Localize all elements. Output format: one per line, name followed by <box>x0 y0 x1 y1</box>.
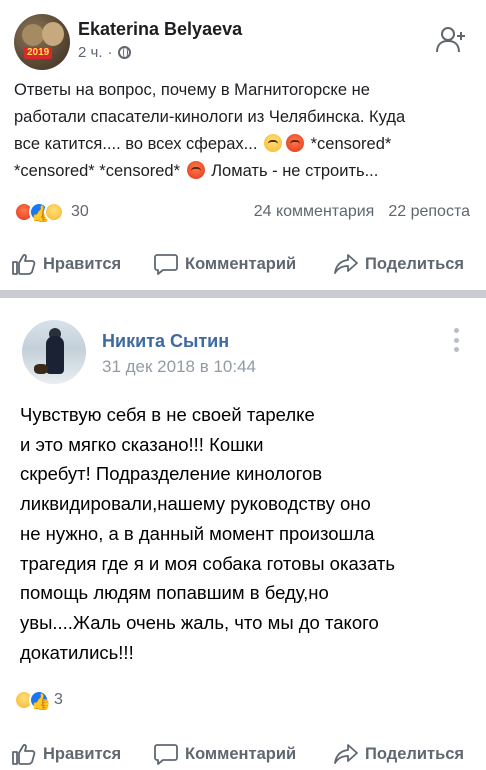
comment-icon <box>154 254 178 275</box>
share-label: Поделиться <box>365 744 465 763</box>
reaction-count: 30 <box>71 203 89 220</box>
post-text-line: помощь людям попавшим в беду,но <box>20 582 329 604</box>
post-text-line: ликвидировали,нашему руководству оно <box>20 493 371 515</box>
comment-button[interactable]: Комментарий <box>154 253 296 275</box>
comment-label: Комментарий <box>185 744 297 763</box>
angry-emoji-icon <box>186 161 205 179</box>
share-icon <box>334 254 358 274</box>
post-text-line: не нужно, а в данный момент произошла <box>20 522 375 544</box>
post-text-line: все катится.... во всех сферах... *censo… <box>14 131 476 158</box>
post-text: Чувствую себя в не своей тарелке и это м… <box>20 400 460 667</box>
share-button[interactable]: Поделиться <box>334 743 464 765</box>
avatar-person <box>46 336 64 374</box>
text-fragment: все катится.... во всех сферах... <box>14 135 258 153</box>
post-text-line: и это мягко сказано!!! Кошки <box>20 433 264 455</box>
author-name[interactable]: Никита Сытин <box>102 331 229 352</box>
comments-count[interactable]: 24 комментария <box>254 203 375 221</box>
post-stats: 24 комментария 22 репоста <box>254 203 470 221</box>
post-time[interactable]: 2 ч. <box>78 44 103 61</box>
post-text-line: скребут! Подразделение кинологов <box>20 463 323 485</box>
post-text-line: Ответы на вопрос, почему в Магнитогорске… <box>14 81 370 99</box>
angry-emoji-icon <box>286 134 305 152</box>
avatar-badge: 2019 <box>24 47 53 59</box>
globe-icon <box>117 46 131 59</box>
post-text-line: трагедия где я и моя собака готовы оказа… <box>20 552 396 574</box>
more-options-icon[interactable] <box>454 328 460 352</box>
sneeze-emoji-icon <box>264 134 283 152</box>
post-meta: 2 ч. · <box>78 44 131 61</box>
avatar-dog <box>34 364 48 374</box>
post-text: Ответы на вопрос, почему в Магнитогорске… <box>14 77 476 185</box>
text-fragment: *censored* *censored* <box>14 162 181 180</box>
share-button[interactable]: Поделиться <box>334 253 464 275</box>
comment-icon <box>154 744 178 765</box>
text-fragment: *censored* <box>310 135 392 153</box>
post-date[interactable]: 31 дек 2018 в 10:44 <box>102 357 256 377</box>
post-text-line: Чувствую себя в не своей тарелке <box>20 404 315 425</box>
action-bar: Нравится Комментарий Поделиться <box>0 244 486 284</box>
like-label: Нравится <box>43 744 122 763</box>
reactions-summary[interactable]: 30 <box>14 202 89 222</box>
thumbs-up-icon <box>12 254 36 275</box>
comment-label: Комментарий <box>185 254 297 273</box>
post-text-line: работали спасатели-кинологи из Челябинск… <box>14 108 406 126</box>
post-facebook: 2019 Ekaterina Belyaeva 2 ч. · Ответы на… <box>0 0 486 290</box>
share-label: Поделиться <box>365 254 465 273</box>
text-fragment: Ломать - не строить... <box>211 162 379 180</box>
add-friend-icon[interactable] <box>436 26 466 54</box>
share-icon <box>334 744 358 764</box>
thumbs-up-icon <box>12 744 36 765</box>
reactions-summary[interactable]: 3 <box>14 690 63 710</box>
post-divider <box>0 290 486 298</box>
meta-separator: · <box>107 44 113 61</box>
avatar[interactable]: 2019 <box>14 14 70 70</box>
avatar[interactable] <box>22 320 86 384</box>
author-name[interactable]: Ekaterina Belyaeva <box>78 19 242 40</box>
action-bar: Нравится Комментарий Поделиться <box>0 734 486 770</box>
like-button[interactable]: Нравится <box>12 253 121 275</box>
shares-count[interactable]: 22 репоста <box>388 203 470 221</box>
like-label: Нравится <box>43 254 122 273</box>
like-button[interactable]: Нравится <box>12 743 121 765</box>
reaction-count: 3 <box>54 691 63 708</box>
post-text-line: докатились!!! <box>20 641 134 663</box>
comment-button[interactable]: Комментарий <box>154 743 296 765</box>
post-comment: Никита Сытин 31 дек 2018 в 10:44 Чувству… <box>0 298 486 770</box>
like-reaction-icon <box>29 690 49 710</box>
post-text-line: увы....Жаль очень жаль, что мы до такого <box>20 611 379 633</box>
sad-reaction-icon <box>44 202 64 222</box>
post-text-line: *censored* *censored* Ломать - не строит… <box>14 158 476 185</box>
